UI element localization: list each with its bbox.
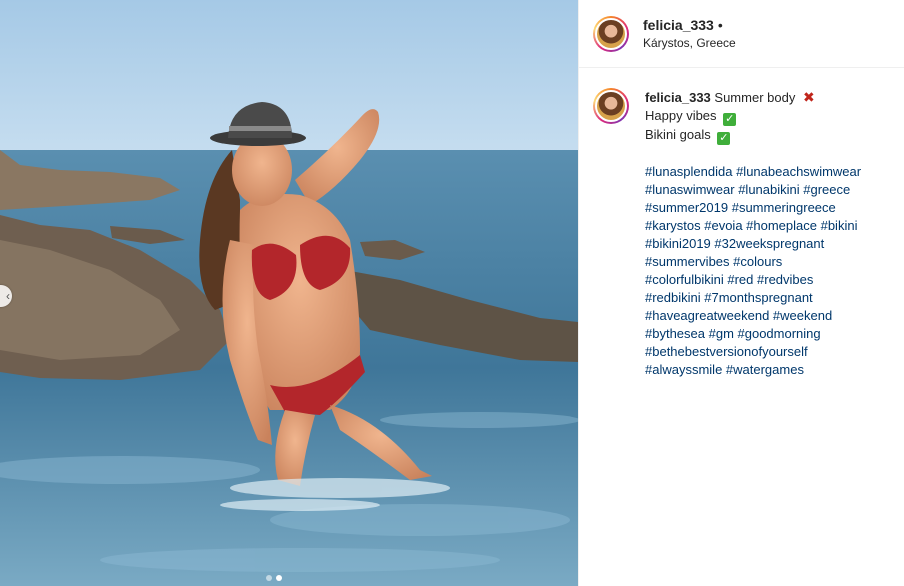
caption-line-2: Happy vibes	[645, 108, 717, 123]
hashtag-line[interactable]: #summervibes #colours	[645, 254, 782, 269]
separator-dot: •	[717, 17, 723, 33]
carousel-indicator	[266, 575, 282, 581]
carousel-dot	[266, 575, 272, 581]
hashtag-list: #lunasplendida #lunabeachswimwear #lunas…	[645, 163, 895, 379]
hashtag-line[interactable]: #redbikini #7monthspregnant	[645, 290, 813, 305]
story-ring[interactable]	[593, 15, 629, 52]
username-link[interactable]: felicia_333	[643, 17, 714, 33]
caption-body: felicia_333 Summer body ✖ Happy vibes ✓ …	[645, 88, 895, 379]
caption-story-ring[interactable]	[593, 88, 629, 124]
location-link[interactable]: Kárystos, Greece	[643, 36, 736, 50]
caption: felicia_333 Summer body ✖ Happy vibes ✓ …	[579, 68, 904, 379]
avatar[interactable]	[595, 17, 627, 50]
hashtag-line[interactable]: #alwayssmile #watergames	[645, 362, 804, 377]
caption-avatar[interactable]	[595, 90, 627, 122]
check-mark-icon: ✓	[717, 132, 731, 145]
caption-username-link[interactable]: felicia_333	[645, 90, 711, 105]
hashtag-line[interactable]: #lunaswimwear #lunabikini #greece	[645, 182, 850, 197]
caption-line-3: Bikini goals	[645, 127, 711, 142]
beach-photo-illustration	[0, 0, 578, 586]
post-details-panel: felicia_333 • Kárystos, Greece felicia_33…	[578, 0, 904, 586]
hashtag-line[interactable]: #haveagreatweekend #weekend	[645, 308, 832, 323]
hashtag-line[interactable]: #bythesea #gm #goodmorning	[645, 326, 821, 341]
hashtag-line[interactable]: #bikini2019 #32weekspregnant	[645, 236, 824, 251]
post-header: felicia_333 • Kárystos, Greece	[579, 0, 904, 68]
caption-line-1: Summer body	[714, 90, 796, 105]
carousel-dot-active	[276, 575, 282, 581]
post-photo[interactable]: ‹	[0, 0, 578, 586]
hashtag-line[interactable]: #bethebestversionofyourself	[645, 344, 808, 359]
hashtag-line[interactable]: #summer2019 #summeringreece	[645, 200, 836, 215]
cross-mark-icon: ✖	[802, 89, 815, 105]
hashtag-line[interactable]: #lunasplendida #lunabeachswimwear	[645, 164, 861, 179]
hashtag-line[interactable]: #karystos #evoia #homeplace #bikini	[645, 218, 857, 233]
chevron-left-icon: ‹	[6, 289, 10, 303]
check-mark-icon: ✓	[723, 113, 737, 126]
hashtag-line[interactable]: #colorfulbikini #red #redvibes	[645, 272, 813, 287]
